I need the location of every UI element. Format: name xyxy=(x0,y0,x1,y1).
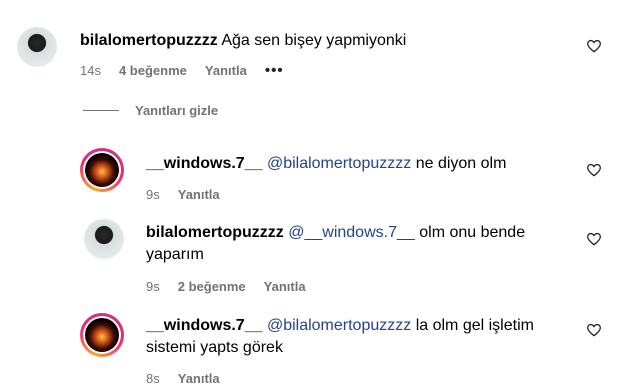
mention-link[interactable]: @bilalomertopuzzzz xyxy=(267,155,411,172)
comment-meta: 9s Yanıtla xyxy=(146,187,238,202)
profile-picture xyxy=(85,318,119,352)
comment-text: ne diyon olm xyxy=(415,155,507,172)
profile-picture xyxy=(84,219,124,259)
timestamp[interactable]: 14s xyxy=(80,63,101,78)
comment-meta: 8s Yanıtla xyxy=(146,371,238,386)
comment-meta: 9s 2 beğenme Yanıtla xyxy=(146,279,324,294)
likes-count[interactable]: 2 beğenme xyxy=(178,279,246,294)
divider xyxy=(83,110,119,111)
profile-picture xyxy=(85,153,119,187)
hide-replies-button[interactable]: Yanıtları gizle xyxy=(83,103,218,118)
comment-text: la olm gel işletim xyxy=(415,317,534,334)
username[interactable]: bilalomertopuzzzz xyxy=(146,224,284,241)
scrollbar[interactable] xyxy=(615,0,623,386)
timestamp[interactable]: 8s xyxy=(146,371,160,386)
heart-icon[interactable] xyxy=(586,231,602,247)
reply-button[interactable]: Yanıtla xyxy=(178,187,220,202)
mention-link[interactable]: @bilalomertopuzzzz xyxy=(267,317,411,334)
likes-count[interactable]: 4 beğenme xyxy=(119,63,187,78)
username[interactable]: bilalomertopuzzzz xyxy=(80,32,218,49)
comment-text: Ağa sen bişey yapmiyonki xyxy=(221,32,407,49)
avatar[interactable] xyxy=(17,27,57,67)
username[interactable]: __windows.7__ xyxy=(146,317,263,334)
mention-link[interactable]: @__windows.7__ xyxy=(288,224,415,241)
comment-text-continued: sistemi yapts görek xyxy=(146,339,283,356)
heart-icon[interactable] xyxy=(586,322,602,338)
more-options-icon[interactable]: ••• xyxy=(265,62,284,79)
heart-icon[interactable] xyxy=(586,162,602,178)
comment-body: bilalomertopuzzzz Ağa sen bişey yapmiyon… xyxy=(80,30,406,52)
heart-icon[interactable] xyxy=(586,38,602,54)
avatar[interactable] xyxy=(84,219,124,259)
comment-text-continued: yaparım xyxy=(146,246,204,263)
reply-button[interactable]: Yanıtla xyxy=(178,371,220,386)
comment-body: __windows.7__ @bilalomertopuzzzz la olm … xyxy=(146,315,566,359)
username[interactable]: __windows.7__ xyxy=(146,155,263,172)
comment-body: bilalomertopuzzzz @__windows.7__ olm onu… xyxy=(146,222,556,266)
avatar[interactable] xyxy=(80,313,124,357)
comment-meta: 14s 4 beğenme Yanıtla ••• xyxy=(80,62,302,79)
avatar[interactable] xyxy=(80,148,124,192)
timestamp[interactable]: 9s xyxy=(146,187,160,202)
hide-replies-label: Yanıtları gizle xyxy=(135,103,219,118)
comment-body: __windows.7__ @bilalomertopuzzzz ne diyo… xyxy=(146,153,506,175)
reply-button[interactable]: Yanıtla xyxy=(205,63,247,78)
reply-button[interactable]: Yanıtla xyxy=(264,279,306,294)
timestamp[interactable]: 9s xyxy=(146,279,160,294)
profile-picture xyxy=(17,27,57,67)
comment-text: olm onu bende xyxy=(419,224,526,241)
